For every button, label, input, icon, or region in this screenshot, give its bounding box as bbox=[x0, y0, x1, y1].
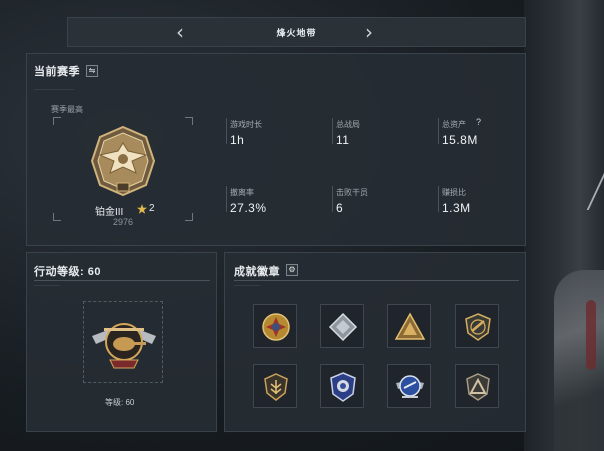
helicopter-emblem-icon bbox=[92, 323, 156, 369]
frame-corner bbox=[53, 213, 61, 221]
achievement-badge[interactable] bbox=[253, 364, 297, 408]
frame-corner bbox=[185, 117, 193, 125]
rank-score: 2976 bbox=[113, 217, 134, 227]
stat-value: 1.3M bbox=[442, 201, 471, 215]
character-detail bbox=[586, 300, 596, 370]
mode-title: 烽火地带 bbox=[276, 27, 317, 38]
rank-stars: 2 bbox=[149, 203, 155, 214]
star-icon bbox=[137, 204, 147, 214]
achievement-badge[interactable] bbox=[455, 304, 499, 348]
blue-winged-emblem-icon bbox=[396, 375, 424, 398]
title-underline bbox=[34, 285, 60, 286]
stat-divider bbox=[438, 186, 439, 212]
stat-divider bbox=[438, 118, 439, 144]
frame-corner bbox=[53, 117, 61, 125]
stat-label: 游戏时长 bbox=[230, 120, 262, 129]
platinum-rank-badge-icon bbox=[90, 125, 156, 197]
blue-shield-emblem-icon bbox=[330, 372, 356, 402]
action-level-title: 行动等级: 60 bbox=[34, 266, 101, 278]
red-cross-emblem-icon bbox=[262, 313, 290, 341]
current-season-panel: 当前赛季 ⇋ 赛季最高 铂金III 2 2976 游戏时长 1h 总战局 11 … bbox=[26, 53, 526, 246]
character-arm bbox=[554, 270, 604, 451]
stat-divider bbox=[226, 118, 227, 144]
divider bbox=[34, 280, 210, 281]
rank-name: 铂金III bbox=[95, 207, 124, 218]
divider bbox=[234, 280, 519, 281]
achievement-badge[interactable] bbox=[320, 364, 364, 408]
stat-label: 撤离率 bbox=[230, 188, 254, 197]
chevron-left-icon[interactable]: ‹ bbox=[170, 22, 190, 44]
gold-leaf-shield-icon bbox=[264, 373, 288, 401]
chevron-right-icon[interactable]: › bbox=[359, 22, 379, 44]
stat-label: 总战局 bbox=[336, 120, 360, 129]
silver-diamond-emblem-icon bbox=[328, 312, 358, 342]
stat-value: 1h bbox=[230, 133, 245, 147]
settings-gear-icon[interactable]: ⚙ bbox=[286, 264, 298, 276]
season-best-label: 赛季最高 bbox=[51, 105, 83, 114]
season-panel-title: 当前赛季 bbox=[34, 66, 80, 78]
achievement-badge[interactable] bbox=[320, 304, 364, 348]
grey-triangle-shield-icon bbox=[466, 373, 490, 401]
level-emblem-frame bbox=[83, 301, 163, 383]
switch-season-icon[interactable]: ⇋ bbox=[86, 65, 98, 77]
stat-divider bbox=[332, 118, 333, 144]
rank-display: 铂金III 2 2976 bbox=[53, 117, 193, 227]
gold-shield-emblem-icon bbox=[465, 313, 491, 341]
achievements-panel: 成就徽章 ⚙ bbox=[224, 252, 526, 432]
achievements-title: 成就徽章 bbox=[234, 266, 280, 278]
achievement-badge[interactable] bbox=[387, 304, 431, 348]
stat-value: 6 bbox=[336, 201, 344, 215]
action-level-panel: 行动等级: 60 等级: 60 bbox=[26, 252, 217, 432]
achievement-badge[interactable] bbox=[455, 364, 499, 408]
stat-label: 总资产 bbox=[442, 120, 466, 129]
gold-triangle-emblem-icon bbox=[394, 312, 426, 340]
stat-divider bbox=[332, 186, 333, 212]
stat-divider bbox=[226, 186, 227, 212]
title-underline bbox=[234, 285, 260, 286]
level-label: 等级: 60 bbox=[105, 398, 135, 407]
title-underline bbox=[34, 89, 74, 90]
stat-value: 11 bbox=[336, 133, 350, 147]
achievement-badge[interactable] bbox=[253, 304, 297, 348]
stat-label: 击败干员 bbox=[336, 188, 368, 197]
frame-corner bbox=[185, 213, 193, 221]
stat-label: 赚损比 bbox=[442, 188, 466, 197]
achievement-badge[interactable] bbox=[387, 364, 431, 408]
mode-selector-header: ‹ 烽火地带 › bbox=[67, 17, 526, 47]
stat-value: 27.3% bbox=[230, 201, 267, 215]
stat-value: 15.8M bbox=[442, 133, 478, 147]
help-icon[interactable]: ? bbox=[476, 117, 481, 127]
